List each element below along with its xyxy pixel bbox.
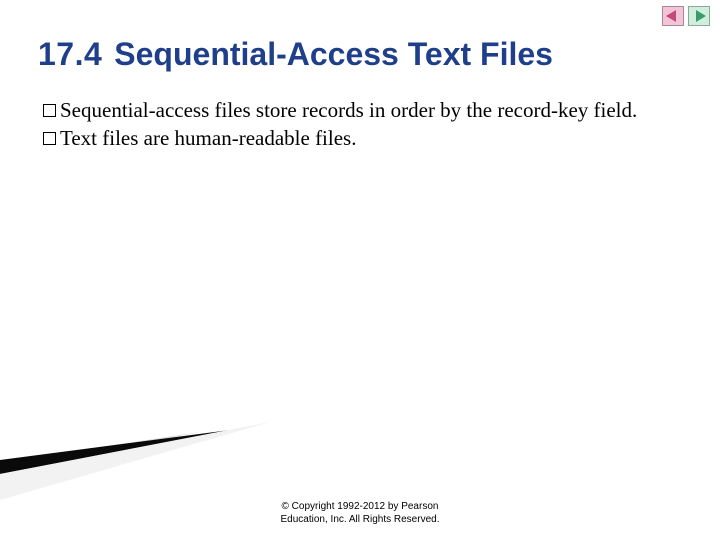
section-number: 17.4 [38,36,102,73]
square-bullet-icon [43,132,56,145]
slide: 17.4 Sequential-Access Text Files Sequen… [0,0,720,540]
bullet-text: Text files are human-readable files. [60,126,356,150]
decorative-wedge-icon [0,410,280,500]
bullet-text: Sequential-access files store records in… [60,98,637,122]
arrow-right-icon [688,6,710,26]
square-bullet-icon [43,104,56,117]
prev-button[interactable] [662,6,684,26]
copyright-line2: Education, Inc. All Rights Reserved. [0,514,720,527]
bullet-item: Sequential-access files store records in… [44,96,670,124]
bullet-item: Text files are human-readable files. [44,124,670,152]
copyright-footer: © Copyright 1992-2012 by Pearson Educati… [0,501,720,526]
next-button[interactable] [688,6,710,26]
slide-body: Sequential-access files store records in… [44,96,670,153]
slide-heading: 17.4 Sequential-Access Text Files [38,36,553,73]
section-title: Sequential-Access Text Files [114,36,553,73]
nav-controls [662,6,710,26]
arrow-left-icon [662,6,684,26]
copyright-line1: © Copyright 1992-2012 by Pearson [0,501,720,514]
